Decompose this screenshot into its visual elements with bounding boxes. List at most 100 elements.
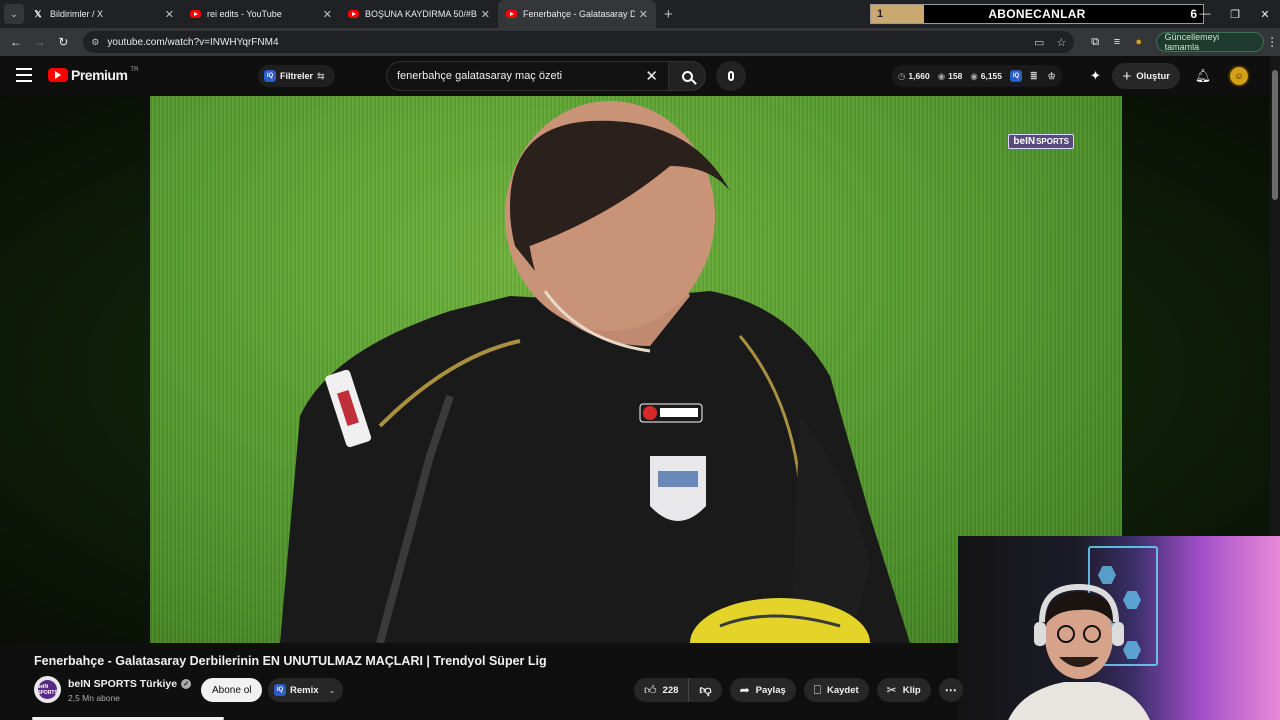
extension-puzzle-icon[interactable]: ✦	[1082, 68, 1108, 84]
reading-list-icon[interactable]: ≡	[1106, 36, 1128, 48]
address-bar[interactable]: ⚙ youtube.com/watch?v=INWHYqrFNM4 ▭ ☆	[83, 31, 1075, 53]
menu-icon[interactable]	[16, 68, 32, 82]
tab-close-icon[interactable]: ✕	[165, 8, 174, 21]
tab-close-icon[interactable]: ✕	[639, 8, 648, 21]
bein-sports-watermark: beIN SPORTS	[1008, 134, 1074, 149]
subscribe-button[interactable]: Abone ol	[201, 678, 263, 702]
remix-label: Remix	[290, 684, 319, 696]
dislike-button[interactable]: 👎︎	[689, 678, 721, 702]
channel-name[interactable]: beIN SPORTS Türkiye ✓	[68, 678, 192, 690]
list-icon[interactable]: ≣	[1030, 71, 1038, 82]
clear-search-icon[interactable]: ✕	[645, 67, 658, 85]
site-info-icon[interactable]: ⚙	[91, 37, 99, 48]
iq-icon: iQ	[264, 70, 276, 82]
verified-check-icon: ✓	[181, 679, 192, 689]
profile-icon[interactable]: ●	[1128, 36, 1150, 48]
create-label: Oluştur	[1136, 70, 1170, 82]
stat-value: 158	[948, 71, 963, 81]
youtube-premium-logo[interactable]: Premium TR	[48, 67, 138, 83]
iq-icon: iQ	[1010, 70, 1023, 82]
like-dislike-group: 👍︎ 228 👎︎	[634, 678, 722, 702]
search-query: fenerbahçe galatasaray maç özeti	[397, 70, 563, 82]
minimize-icon[interactable]: —	[1190, 8, 1220, 20]
tab-label: rei edits - YouTube	[207, 9, 282, 19]
update-button[interactable]: Güncellemeyi tamamla	[1155, 32, 1265, 52]
plus-icon: +	[1122, 67, 1132, 85]
create-button[interactable]: + Oluştur	[1112, 63, 1180, 89]
brand-text: Premium	[71, 67, 128, 83]
cast-icon[interactable]: ▭	[1034, 36, 1044, 49]
masthead-actions: ✦ + Oluştur 🔔︎ ☺	[1082, 62, 1250, 90]
close-window-icon[interactable]: ✕	[1250, 8, 1280, 21]
thumbs-down-icon: 👎︎	[699, 682, 712, 697]
new-tab-button[interactable]: +	[664, 6, 673, 23]
restore-icon[interactable]: ❐	[1220, 8, 1250, 21]
more-actions-icon[interactable]: ⋯	[938, 678, 963, 702]
tab-close-icon[interactable]: ✕	[481, 8, 490, 21]
subscriber-count: 2,5 Mn abone	[68, 693, 120, 703]
tab-notifications[interactable]: 𝕏 Bildirimler / X ✕	[24, 0, 182, 28]
microphone-icon	[728, 71, 734, 81]
clock-icon: ◷	[898, 70, 906, 81]
x-icon: 𝕏	[34, 8, 42, 19]
forward-arrow-icon[interactable]: →	[28, 35, 52, 49]
clip-label: Klip	[902, 684, 921, 696]
filters-label: Filtreler	[280, 71, 314, 81]
bookmark-icon: ⎕	[813, 682, 821, 697]
share-button[interactable]: ➦ Paylaş	[729, 678, 796, 702]
bookmark-star-icon[interactable]: ☆	[1056, 36, 1066, 49]
watermark-secondary: SPORTS	[1036, 137, 1069, 146]
tab-close-icon[interactable]: ✕	[323, 8, 332, 21]
notifications-bell-icon[interactable]: 🔔︎	[1190, 68, 1216, 84]
scissors-icon: ✂	[886, 683, 897, 697]
tab-label: BOŞUNA KAYDIRMA 50/#BK50	[365, 9, 477, 19]
search-icon	[681, 70, 693, 82]
subscriber-goal-overlay: 1 ABONECANLAR 6	[870, 4, 1204, 24]
filters-button[interactable]: iQ Filtreler ⇆	[258, 65, 335, 87]
search-button[interactable]	[668, 61, 706, 91]
eye-icon: ◉	[970, 70, 978, 81]
account-avatar[interactable]: ☺	[1228, 65, 1250, 87]
share-icon: ➦	[739, 683, 750, 697]
browser-toolbar: ← → ↻ ⚙ youtube.com/watch?v=INWHYqrFNM4 …	[0, 28, 1280, 56]
like-button[interactable]: 👍︎ 228	[634, 678, 690, 702]
stat-item: ◉ 158	[938, 71, 963, 82]
browser-menu-icon[interactable]: ⋮	[1264, 35, 1280, 49]
extension-stats[interactable]: ◷ 1,660 ◉ 158 ◉ 6,155 iQ ≣ ♔	[892, 65, 1062, 87]
thumbs-up-icon: 👍︎	[644, 682, 657, 697]
tab-search-button[interactable]: ⌄	[4, 4, 24, 24]
reload-icon[interactable]: ↻	[52, 35, 76, 49]
tab-rei-edits[interactable]: rei edits - YouTube ✕	[182, 0, 340, 28]
streamer-webcam	[958, 536, 1280, 720]
chevron-down-icon: ⌄	[328, 685, 336, 695]
save-button[interactable]: ⎕ Kaydet	[803, 678, 869, 702]
window-controls: — ❐ ✕	[1190, 0, 1280, 28]
watermark-primary: beIN	[1013, 136, 1036, 147]
tab-label: Fenerbahçe - Galatasaray Derbi	[523, 9, 635, 19]
channel-avatar[interactable]: beIN SPORTS	[34, 676, 61, 703]
toolbar-actions: ⧉ ≡ ● Güncellemeyi tamamla ⋮	[1084, 32, 1280, 52]
video-actions: 👍︎ 228 👎︎ ➦ Paylaş ⎕ Kaydet ✂ Klip ⋯	[634, 678, 963, 702]
tab-bosuna-kaydirma[interactable]: BOŞUNA KAYDIRMA 50/#BK50 ✕	[340, 0, 498, 28]
clip-button[interactable]: ✂ Klip	[876, 678, 931, 702]
search-input[interactable]: fenerbahçe galatasaray maç özeti ✕	[386, 61, 668, 91]
streamer-figure	[1008, 583, 1150, 720]
stat-value: 1,660	[908, 71, 930, 81]
tab-fenerbahce-galatasaray[interactable]: Fenerbahçe - Galatasaray Derbi ✕	[498, 0, 656, 28]
url-text: youtube.com/watch?v=INWHYqrFNM4	[107, 36, 279, 48]
remix-button[interactable]: iQ Remix ⌄	[268, 678, 344, 702]
extensions-icon[interactable]: ⧉	[1084, 36, 1106, 49]
save-label: Kaydet	[826, 684, 859, 696]
back-arrow-icon[interactable]: ←	[4, 35, 28, 49]
video-metadata: Fenerbahçe - Galatasaray Derbilerinin EN…	[0, 643, 963, 720]
stat-value: 6,155	[980, 71, 1003, 81]
tune-icon: ⇆	[317, 70, 325, 81]
screen: ⌄ 𝕏 Bildirimler / X ✕ rei edits - YouTub…	[0, 0, 1280, 720]
youtube-masthead: Premium TR iQ Filtreler ⇆ fenerbahçe gal…	[0, 56, 1280, 96]
voice-search-button[interactable]	[716, 61, 746, 91]
tab-label: Bildirimler / X	[50, 9, 104, 19]
browser-tab-strip: ⌄ 𝕏 Bildirimler / X ✕ rei edits - YouTub…	[0, 0, 1280, 28]
video-title: Fenerbahçe - Galatasaray Derbilerinin EN…	[34, 654, 547, 668]
trophy-icon[interactable]: ♔	[1048, 71, 1056, 82]
scrollbar-thumb[interactable]	[1272, 70, 1278, 200]
